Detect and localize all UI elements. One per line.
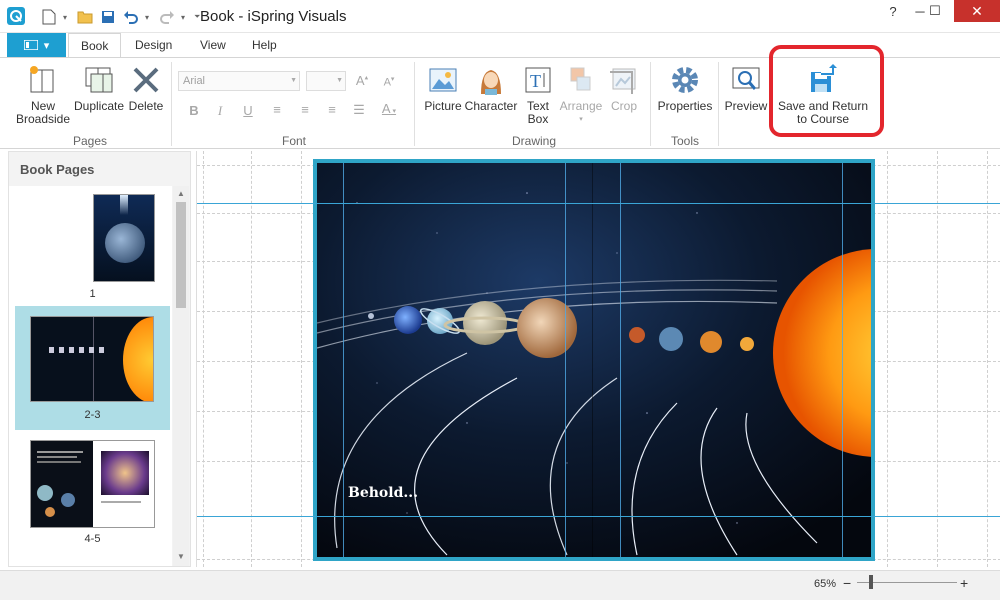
italic-button[interactable]: I <box>211 103 229 119</box>
page-thumbnail-4-5[interactable]: 4-5 <box>15 434 170 558</box>
file-menu-button[interactable]: ▾ <box>7 33 66 57</box>
font-name-combo[interactable]: Arial ▼ <box>178 71 300 91</box>
quick-access-toolbar: ▾ ▾ ▾ ⏷ <box>40 6 202 28</box>
scroll-up-icon[interactable]: ▲ <box>177 189 185 198</box>
align-center-icon[interactable]: ≡ <box>296 102 314 117</box>
delete-button[interactable]: Delete <box>127 64 165 113</box>
page-number: 4-5 <box>84 533 101 545</box>
duplicate-button[interactable]: Duplicate <box>72 64 126 113</box>
undo-icon[interactable] <box>122 8 140 26</box>
align-right-icon[interactable]: ≡ <box>323 102 341 117</box>
ribbon-separator <box>650 62 651 146</box>
app-logo-icon[interactable] <box>7 7 25 25</box>
duplicate-icon <box>83 64 115 96</box>
character-button[interactable]: Character <box>465 64 517 113</box>
chevron-down-icon: ▾ <box>43 39 50 52</box>
ribbon-separator <box>171 62 172 146</box>
horizontal-guide[interactable] <box>197 203 1000 204</box>
tab-book[interactable]: Book <box>68 33 122 58</box>
align-left-icon[interactable]: ≡ <box>268 102 286 117</box>
gear-icon <box>669 64 701 96</box>
crop-icon <box>608 64 640 96</box>
chevron-down-icon[interactable]: ▾ <box>181 13 189 22</box>
tab-help[interactable]: Help <box>240 33 289 57</box>
save-icon[interactable] <box>99 8 117 26</box>
page-number: 2-3 <box>84 409 101 421</box>
arrange-icon <box>565 64 597 96</box>
preview-button[interactable]: Preview <box>724 64 768 113</box>
justify-icon[interactable]: ☰ <box>350 102 368 118</box>
scroll-down-icon[interactable]: ▼ <box>177 552 185 561</box>
new-broadside-button[interactable]: New Broadside <box>15 64 71 126</box>
maximize-button[interactable]: ☐ <box>920 0 950 22</box>
chevron-down-icon[interactable]: ▾ <box>63 13 71 22</box>
close-button[interactable]: ✕ <box>954 0 1000 22</box>
bold-button[interactable]: B <box>185 103 203 118</box>
font-color-button[interactable]: A ▾ <box>377 101 401 116</box>
picture-icon <box>427 64 459 96</box>
svg-text:T: T <box>530 71 541 91</box>
help-question-icon[interactable]: ? <box>878 0 908 22</box>
new-file-icon[interactable] <box>40 8 58 26</box>
redo-icon[interactable] <box>158 8 176 26</box>
page-thumbnail-1[interactable]: 1 <box>15 186 170 304</box>
tab-design[interactable]: Design <box>123 33 184 57</box>
highlight-annotation <box>769 45 884 137</box>
delete-x-icon <box>130 64 162 96</box>
page-number: 1 <box>89 288 96 300</box>
decrease-font-icon[interactable]: A▾ <box>380 75 398 89</box>
scroll-thumb[interactable] <box>176 202 186 308</box>
status-bar: 65% − + <box>0 570 1000 600</box>
group-label-tools: Tools <box>670 134 699 148</box>
chevron-down-icon: ▼ <box>290 77 297 84</box>
new-page-icon <box>27 64 59 96</box>
ribbon-separator <box>414 62 415 146</box>
character-icon <box>475 64 507 96</box>
open-folder-icon[interactable] <box>76 8 94 26</box>
thumbnail-image <box>93 194 155 282</box>
chevron-down-icon[interactable]: ▾ <box>145 13 153 22</box>
book-pages-panel: Book Pages 1 2-3 4-5 ▲ ▼ <box>8 151 191 567</box>
properties-button[interactable]: Properties <box>657 64 713 113</box>
menu-icon <box>23 40 38 50</box>
font-size-combo[interactable]: ▼ <box>306 71 346 91</box>
underline-button[interactable]: U <box>239 103 257 118</box>
horizontal-guide[interactable] <box>197 516 1000 517</box>
magnifier-icon <box>730 64 762 96</box>
title-bar: ▾ ▾ ▾ ⏷ Book - iSpring Visuals ? ─ ☐ ✕ <box>0 0 1000 33</box>
group-label-font: Font <box>281 134 306 148</box>
ribbon-separator <box>718 62 719 146</box>
thumbnail-image <box>30 316 154 402</box>
zoom-level: 65% <box>814 578 837 590</box>
page-thumbnail-list[interactable]: 1 2-3 4-5 <box>9 186 172 566</box>
group-label-pages: Pages <box>72 134 108 148</box>
window-title: Book - iSpring Visuals <box>200 8 347 25</box>
crop-button[interactable]: Crop <box>608 64 640 113</box>
zoom-out-icon[interactable]: − <box>843 575 851 591</box>
thumbnail-image <box>30 440 155 528</box>
zoom-slider-thumb[interactable] <box>869 575 873 589</box>
slide-caption[interactable]: Behold... <box>348 485 418 501</box>
zoom-in-icon[interactable]: + <box>960 575 968 591</box>
increase-font-icon[interactable]: A▴ <box>353 73 371 88</box>
chevron-down-icon: ▼ <box>336 77 343 84</box>
page-thumbnail-2-3[interactable]: 2-3 <box>15 306 170 430</box>
panel-scrollbar[interactable]: ▲ ▼ <box>173 186 189 566</box>
arrange-button[interactable]: Arrange ▾ <box>558 64 604 126</box>
tab-view[interactable]: View <box>188 33 238 57</box>
picture-button[interactable]: Picture <box>423 64 463 113</box>
editing-canvas[interactable]: Behold... <box>196 151 1000 567</box>
text-box-icon: T <box>522 64 554 96</box>
text-box-button[interactable]: T Text Box <box>520 64 556 126</box>
book-spread-slide[interactable]: Behold... <box>313 159 875 561</box>
panel-title: Book Pages <box>20 162 95 177</box>
chevron-down-icon: ▾ <box>579 116 583 123</box>
group-label-drawing: Drawing <box>511 134 556 148</box>
